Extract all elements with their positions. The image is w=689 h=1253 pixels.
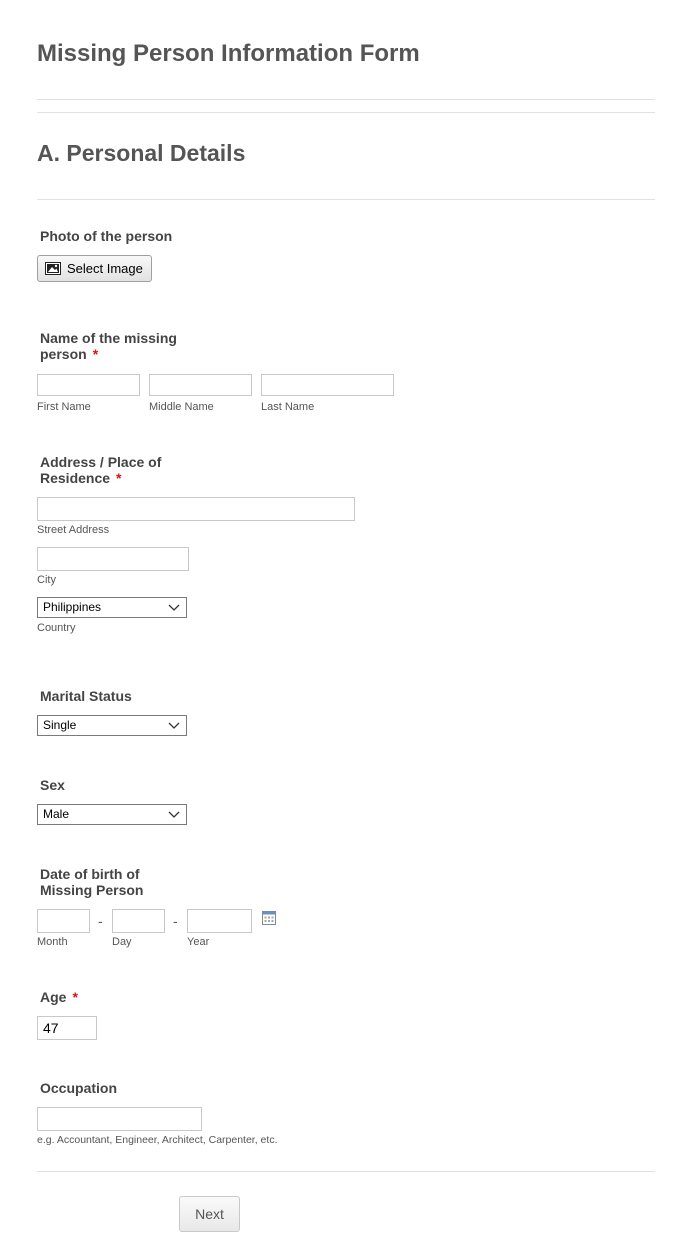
dob-day-input[interactable] bbox=[112, 909, 165, 933]
date-separator: - bbox=[98, 913, 103, 929]
date-separator: - bbox=[173, 913, 178, 929]
first-name-sublabel: First Name bbox=[37, 401, 91, 413]
chevron-down-icon bbox=[168, 722, 180, 729]
dob-label-line2: Missing Person bbox=[40, 882, 144, 898]
middle-name-input[interactable] bbox=[149, 374, 252, 396]
chevron-down-icon bbox=[168, 811, 180, 818]
dob-month-input[interactable] bbox=[37, 909, 90, 933]
divider bbox=[37, 112, 655, 113]
city-input[interactable] bbox=[37, 547, 189, 571]
marital-status-select[interactable]: Single bbox=[37, 715, 187, 736]
occupation-hint: e.g. Accountant, Engineer, Architect, Ca… bbox=[37, 1134, 278, 1146]
photo-label: Photo of the person bbox=[40, 228, 173, 244]
section-title: A. Personal Details bbox=[37, 140, 246, 166]
name-label-line1: Name of the missing bbox=[40, 330, 177, 346]
sex-selected: Male bbox=[43, 807, 70, 821]
age-input[interactable] bbox=[37, 1016, 97, 1040]
middle-name-sublabel: Middle Name bbox=[149, 401, 214, 413]
address-label: Address / Place of Residence * bbox=[40, 454, 161, 486]
required-mark: * bbox=[116, 470, 122, 486]
age-label-text: Age bbox=[40, 989, 67, 1005]
address-label-line2: Residence bbox=[40, 470, 111, 486]
required-mark: * bbox=[72, 989, 78, 1005]
dob-year-sublabel: Year bbox=[187, 936, 210, 948]
select-image-button[interactable]: Select Image bbox=[37, 255, 152, 282]
address-label-line1: Address / Place of bbox=[40, 454, 162, 470]
dob-day-sublabel: Day bbox=[112, 936, 132, 948]
select-image-label: Select Image bbox=[67, 261, 143, 276]
country-sublabel: Country bbox=[37, 622, 76, 634]
first-name-input[interactable] bbox=[37, 374, 140, 396]
occupation-label: Occupation bbox=[40, 1080, 118, 1096]
divider bbox=[37, 99, 655, 100]
street-address-sublabel: Street Address bbox=[37, 524, 110, 536]
name-label-line2: person bbox=[40, 346, 87, 362]
city-sublabel: City bbox=[37, 574, 56, 586]
divider bbox=[37, 199, 655, 200]
sex-select[interactable]: Male bbox=[37, 804, 187, 825]
calendar-icon[interactable] bbox=[262, 911, 276, 925]
age-label: Age * bbox=[40, 989, 78, 1005]
country-select[interactable]: Philippines bbox=[37, 597, 187, 618]
chevron-down-icon bbox=[168, 604, 180, 611]
country-selected: Philippines bbox=[43, 600, 102, 614]
street-address-input[interactable] bbox=[37, 497, 355, 521]
image-icon bbox=[45, 262, 61, 275]
occupation-input[interactable] bbox=[37, 1107, 202, 1131]
form-title: Missing Person Information Form bbox=[37, 40, 420, 67]
last-name-input[interactable] bbox=[261, 374, 394, 396]
dob-month-sublabel: Month bbox=[37, 936, 68, 948]
dob-label: Date of birth of Missing Person bbox=[40, 866, 143, 898]
sex-label: Sex bbox=[40, 777, 65, 793]
marital-status-label: Marital Status bbox=[40, 688, 132, 704]
marital-status-selected: Single bbox=[43, 718, 77, 732]
next-button[interactable]: Next bbox=[179, 1196, 240, 1232]
required-mark: * bbox=[92, 346, 99, 362]
dob-label-line1: Date of birth of bbox=[40, 866, 140, 882]
dob-year-input[interactable] bbox=[187, 909, 252, 933]
divider bbox=[37, 1171, 655, 1172]
last-name-sublabel: Last Name bbox=[261, 401, 315, 413]
name-label: Name of the missing person * bbox=[40, 330, 177, 362]
